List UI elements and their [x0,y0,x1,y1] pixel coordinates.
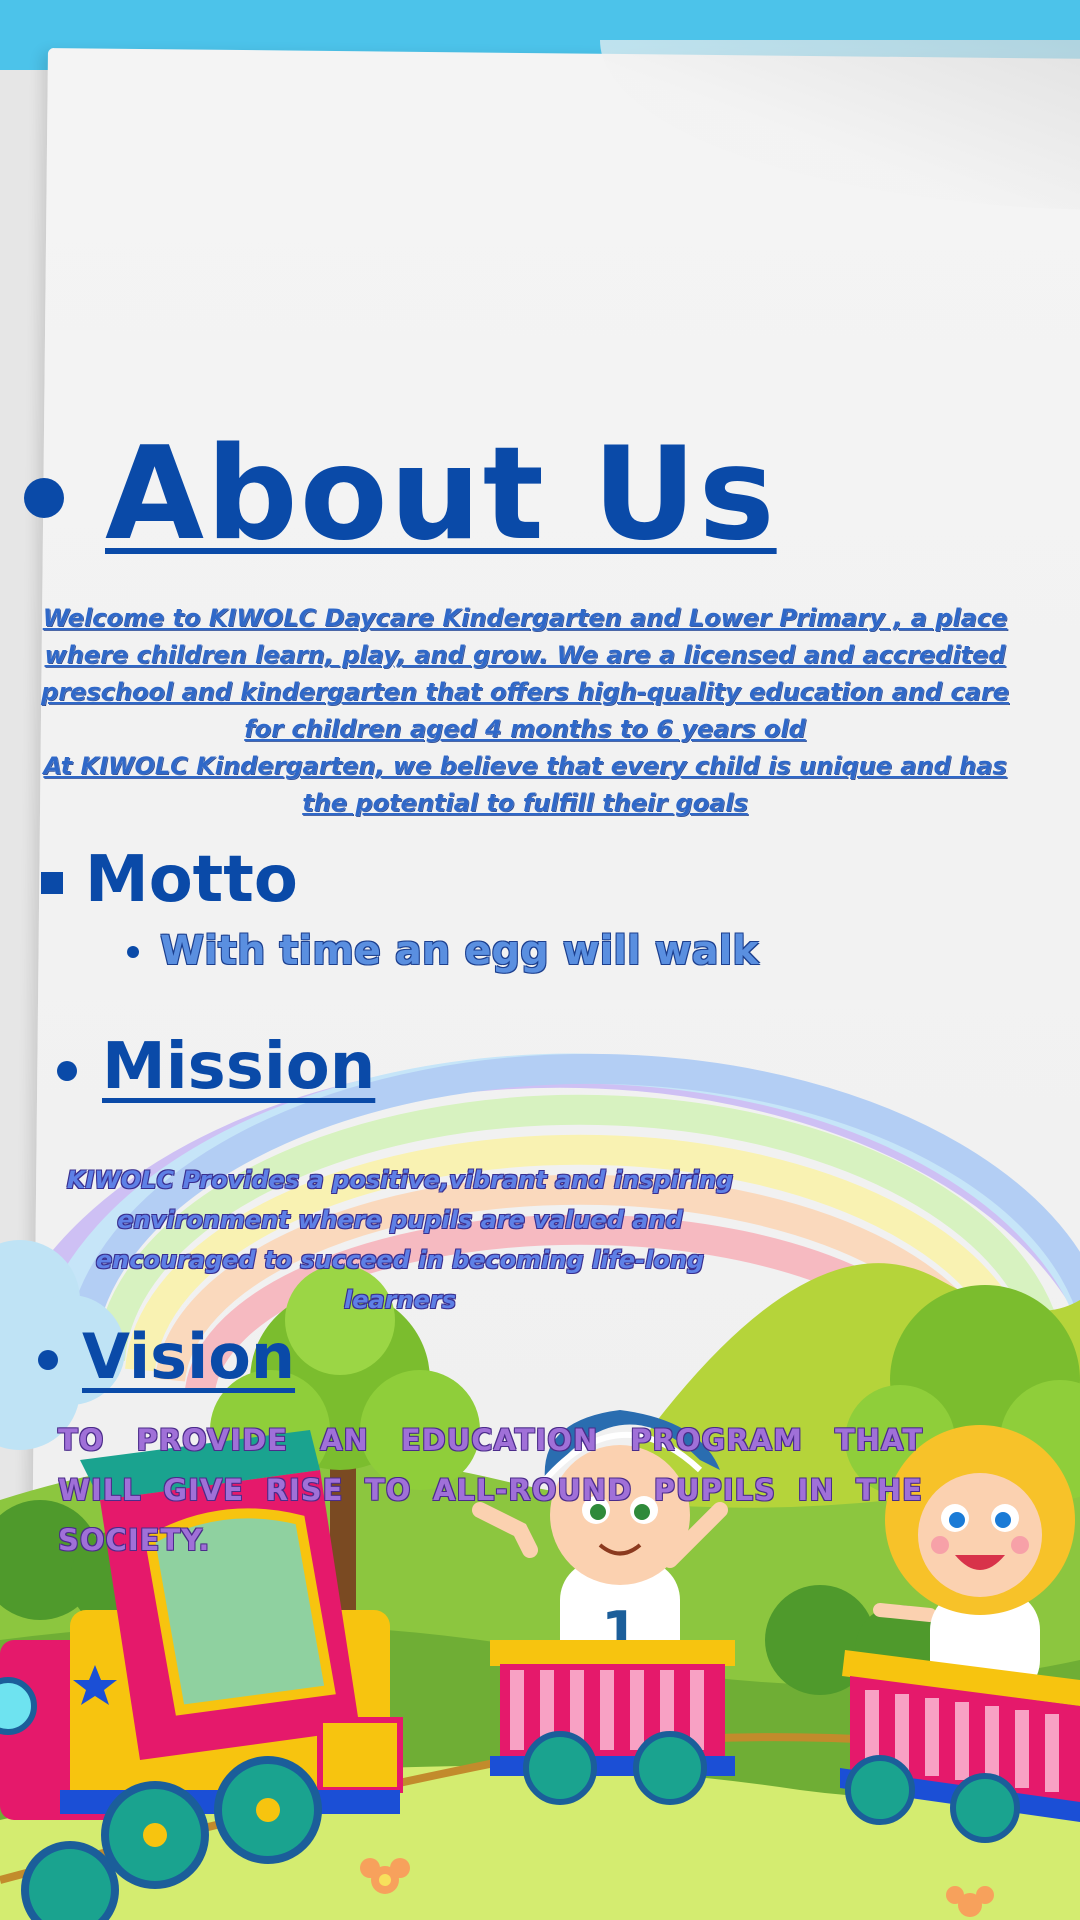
vision-bullet [38,1350,58,1370]
mission-bullet [57,1061,77,1081]
motto-heading: Motto [85,843,298,917]
motto-item-bullet [127,946,139,958]
motto-bullet [41,872,63,894]
about-us-text: Welcome to KIWOLC Daycare Kindergarten a… [41,604,1009,817]
vision-text: TO PROVIDE AN EDUCATION PROGRAM THAT WIL… [58,1423,923,1557]
motto-text: With time an egg will walk [160,928,759,974]
vision-heading: Vision [82,1320,296,1393]
about-bullet [24,478,64,518]
about-us-heading: About Us [105,420,777,569]
train-wagon-icon [840,1650,1080,1843]
page: 1 About Us Welcome to KIWOLC Daycare Kin… [0,0,1080,1920]
mission-heading: Mission [102,1030,376,1104]
mission-text: KIWOLC Provides a positive,vibrant and i… [66,1166,734,1314]
